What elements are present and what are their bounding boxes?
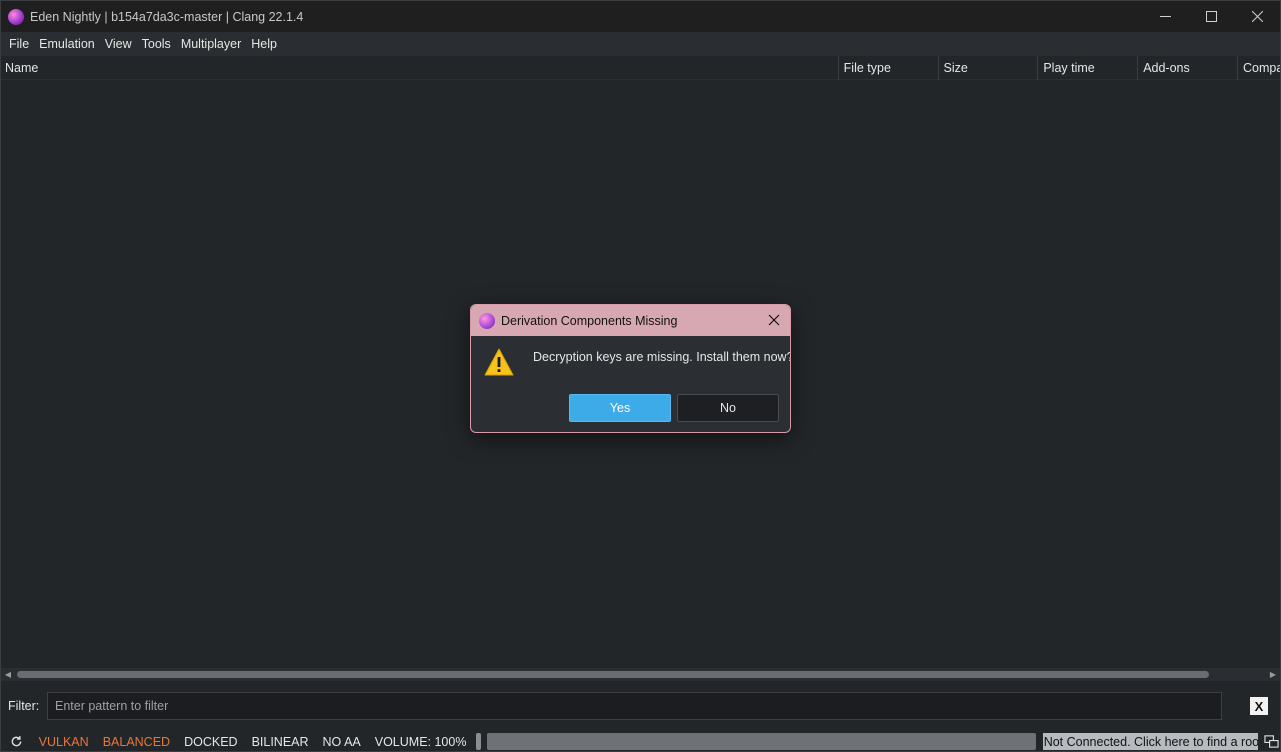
window-title: Eden Nightly | b154a7da3c-master | Clang… [30,9,304,24]
menu-bar: File Emulation View Tools Multiplayer He… [1,32,1280,56]
eden-logo-icon [479,312,495,329]
scroll-left-icon[interactable]: ◀ [1,668,15,681]
title-bar[interactable]: Eden Nightly | b154a7da3c-master | Clang… [1,1,1280,32]
menu-emulation[interactable]: Emulation [34,37,100,51]
menu-help[interactable]: Help [246,37,282,51]
dialog-message: Decryption keys are missing. Install the… [533,350,791,364]
column-header-file-type[interactable]: File type [839,55,939,80]
dialog-close-button[interactable] [767,313,781,327]
filter-row: Filter: X [1,689,1280,723]
window-controls [1142,1,1280,32]
maximize-button[interactable] [1188,1,1234,32]
close-icon [768,314,780,326]
column-header-compatibility[interactable]: Compa [1238,56,1280,80]
column-header-size[interactable]: Size [939,55,1039,80]
column-header-name[interactable]: Name [1,55,839,80]
close-icon [1251,11,1263,22]
eden-logo-icon [8,8,24,25]
volume-label[interactable]: VOLUME: 100% [375,735,467,749]
menu-file[interactable]: File [4,37,34,51]
multiplayer-room-button[interactable]: Not Connected. Click here to find a room… [1042,733,1259,750]
yes-button[interactable]: Yes [569,394,671,422]
multiplayer-status-icon[interactable] [1264,734,1280,750]
menu-view[interactable]: View [100,37,137,51]
scroll-right-icon[interactable]: ▶ [1266,668,1280,681]
column-header-play-time[interactable]: Play time [1038,55,1139,80]
warning-icon [484,348,514,376]
renderer-toggle[interactable]: VULKAN [39,735,89,749]
menu-tools[interactable]: Tools [137,37,176,51]
game-list-header: Name File type Size Play time Add-ons Co… [1,55,1280,80]
horizontal-scrollbar[interactable]: ◀ ▶ [1,668,1280,681]
derivation-components-dialog: Derivation Components Missing Decryption… [470,304,791,433]
dialog-body: Decryption keys are missing. Install the… [471,336,791,432]
gpu-accuracy-toggle[interactable]: BALANCED [103,735,170,749]
loading-progress-bar [487,733,1036,750]
column-header-add-ons[interactable]: Add-ons [1138,55,1239,80]
scrollbar-thumb[interactable] [17,671,1209,678]
main-window: Eden Nightly | b154a7da3c-master | Clang… [0,0,1281,752]
dialog-title: Derivation Components Missing [501,313,678,328]
menu-multiplayer[interactable]: Multiplayer [176,37,246,51]
anti-aliasing-toggle[interactable]: NO AA [323,735,361,749]
no-button[interactable]: No [677,394,779,422]
status-bar: VULKAN BALANCED DOCKED BILINEAR NO AA VO… [1,730,1280,752]
dock-mode-toggle[interactable]: DOCKED [184,735,237,749]
filter-mode-toggle[interactable]: BILINEAR [252,735,309,749]
clear-filter-button[interactable]: X [1250,697,1268,715]
dialog-title-bar[interactable]: Derivation Components Missing [471,305,790,336]
filter-label: Filter: [8,699,40,713]
refresh-icon[interactable] [10,735,24,749]
close-button[interactable] [1234,1,1280,32]
minimize-icon [1159,16,1171,17]
maximize-icon [1205,11,1217,22]
minimize-button[interactable] [1142,1,1188,32]
volume-slider-handle[interactable] [476,733,482,750]
scrollbar-track[interactable] [15,668,1266,681]
filter-input[interactable] [47,692,1222,720]
